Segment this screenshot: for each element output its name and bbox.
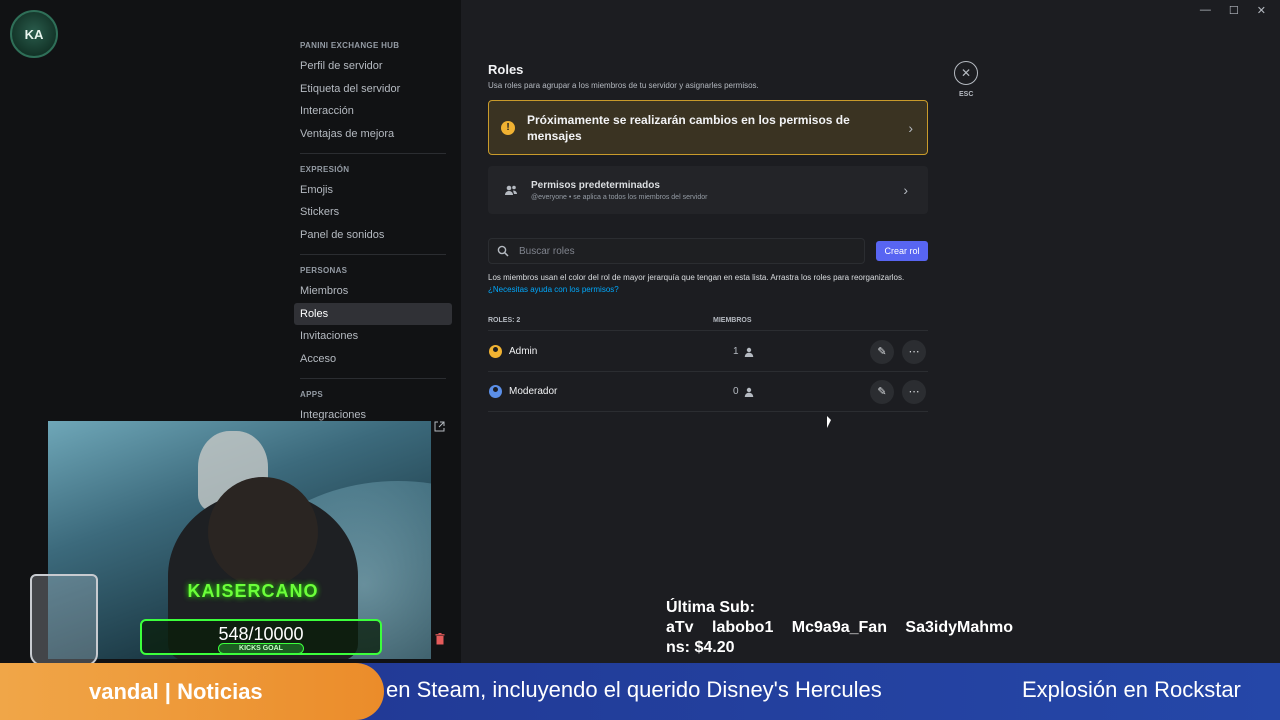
streamer-name: KAISERCANO [187, 581, 319, 601]
default-permissions-text: Permisos predeterminados @everyone • se … [531, 180, 707, 201]
last-sub-names: aTv labobo1 Mc9a9a_Fan Sa3idyMahmo [666, 619, 1013, 636]
ticker-headline-2: Explosión en Rockstar [1022, 677, 1241, 702]
chevron-right-icon: › [908, 119, 913, 136]
close-window-button[interactable]: ✕ [1257, 4, 1266, 17]
role-member-count: 1 [733, 346, 739, 357]
nav-item-ventajas[interactable]: Ventajas de mejora [294, 123, 452, 146]
popout-icon[interactable] [434, 421, 445, 432]
roles-table-header: ROLES: 2 MIEMBROS [488, 317, 928, 331]
nav-item-perfil[interactable]: Perfil de servidor [294, 55, 452, 78]
nav-divider [300, 253, 446, 255]
table-row[interactable]: Moderador 0 ✎ ⋯ [488, 372, 928, 412]
more-options-button[interactable]: ⋯ [902, 379, 926, 404]
nav-heading-server: PANINI EXCHANGE HUB [300, 41, 400, 50]
server-logo[interactable]: KA [10, 10, 58, 58]
trash-icon[interactable] [435, 633, 445, 645]
edit-role-button[interactable]: ✎ [870, 379, 894, 404]
default-permissions-card[interactable]: Permisos predeterminados @everyone • se … [488, 166, 928, 214]
nav-item-acceso[interactable]: Acceso [294, 348, 452, 371]
nav-item-sonidos[interactable]: Panel de sonidos [294, 224, 452, 247]
streamer-head [208, 477, 318, 587]
edit-role-button[interactable]: ✎ [870, 339, 894, 364]
last-sub-widget: Última Sub: aTv labobo1 Mc9a9a_Fan Sa3id… [666, 598, 1026, 658]
esc-label: ESC [959, 91, 974, 98]
minimize-button[interactable]: — [1200, 4, 1211, 17]
webcam-overlay: KAISERCANO 548/10000 KICKS GOAL [48, 421, 431, 659]
ticker-headline: en Steam, incluyendo el querido Disney's… [386, 677, 882, 702]
search-roles-input[interactable] [519, 245, 839, 257]
nav-item-interaccion[interactable]: Interacción [294, 100, 452, 123]
more-options-button[interactable]: ⋯ [902, 339, 926, 364]
members-header: MIEMBROS [713, 317, 752, 324]
screen: KA PANINI EXCHANGE HUB Perfil de servido… [0, 0, 1280, 720]
roles-count-header: ROLES: 2 [488, 317, 521, 324]
default-permissions-title: Permisos predeterminados [531, 179, 660, 191]
goal-value: 548/10000 [218, 624, 304, 644]
nav-item-emojis[interactable]: Emojis [294, 179, 452, 202]
search-roles [488, 238, 865, 264]
page-title: Roles [488, 62, 524, 77]
nav-item-invitaciones[interactable]: Invitaciones [294, 325, 452, 348]
role-member-count: 0 [733, 386, 739, 397]
role-shield-icon [489, 385, 502, 398]
maximize-button[interactable]: ☐ [1229, 4, 1239, 17]
person-icon [744, 387, 754, 397]
role-name: Admin [509, 346, 538, 357]
nav-heading-personas: PERSONAS [300, 265, 348, 275]
chevron-right-icon: › [903, 182, 908, 198]
kicks-goal-widget: 548/10000 KICKS GOAL [140, 619, 382, 655]
people-icon [505, 185, 517, 195]
page-description: Usa roles para agrupar a los miembros de… [488, 81, 759, 90]
nav-heading-apps: APPS [300, 389, 323, 399]
glass-cup-image [30, 574, 98, 666]
roles-page: Roles Usa roles para agrupar a los miemb… [488, 62, 928, 412]
last-sub-extra: ns: $4.20 [666, 639, 735, 656]
mouse-cursor [827, 416, 831, 428]
goal-label: KICKS GOAL [218, 643, 304, 654]
role-name: Moderador [509, 386, 558, 397]
role-shield-icon [489, 345, 502, 358]
nav-heading-expresion: EXPRESIÓN [300, 164, 350, 174]
default-permissions-subtitle: @everyone • se aplica a todos los miembr… [531, 193, 708, 201]
person-icon [744, 347, 754, 357]
close-settings-button[interactable]: ✕ [954, 61, 978, 85]
permissions-change-banner[interactable]: ! Próximamente se realizarán cambios en … [488, 100, 928, 155]
last-sub-title: Última Sub: [666, 599, 755, 616]
window-controls: — ☐ ✕ [1200, 4, 1266, 17]
nav-divider [300, 152, 446, 154]
ticker-brand-text: vandal | Noticias [89, 679, 263, 704]
nav-item-roles[interactable]: Roles [294, 302, 452, 326]
nav-item-stickers[interactable]: Stickers [294, 201, 452, 224]
search-icon [497, 245, 509, 257]
help-permissions-link[interactable]: ¿Necesitas ayuda con los permisos? [488, 285, 619, 294]
hint-text: Los miembros usan el color del rol de ma… [488, 273, 905, 282]
nav-item-miembros[interactable]: Miembros [294, 280, 452, 303]
settings-nav: PANINI EXCHANGE HUB Perfil de servidor E… [294, 36, 452, 426]
banner-text: Próximamente se realizarán cambios en lo… [527, 112, 850, 143]
create-role-button[interactable]: Crear rol [876, 241, 928, 261]
nav-divider [300, 377, 446, 379]
nav-item-etiqueta[interactable]: Etiqueta del servidor [294, 78, 452, 101]
table-row[interactable]: Admin 1 ✎ ⋯ [488, 332, 928, 372]
warning-icon: ! [501, 120, 515, 135]
roles-hint: Los miembros usan el color del rol de ma… [488, 272, 908, 296]
